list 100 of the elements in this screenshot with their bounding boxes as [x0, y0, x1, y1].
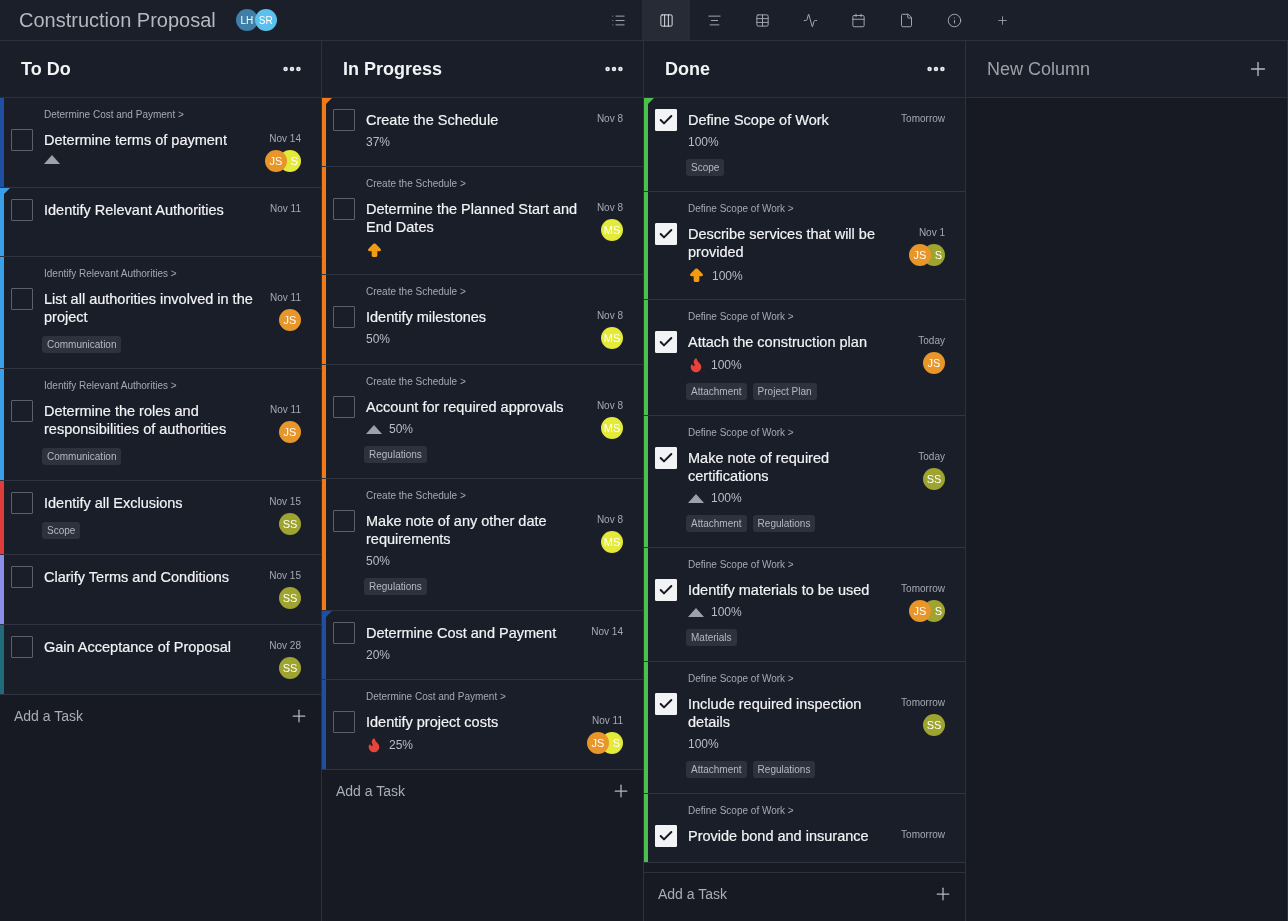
task-card[interactable]: Create the Schedule > Determine the Planned Start and End Dates Nov 8 MS — [322, 167, 643, 275]
board-icon[interactable] — [642, 0, 690, 40]
checkbox[interactable] — [11, 400, 33, 422]
checkbox[interactable] — [11, 636, 33, 658]
checkbox[interactable] — [11, 129, 33, 151]
parent-task-link[interactable]: Identify Relevant Authorities > — [44, 380, 301, 391]
assignee-avatar: JS — [265, 150, 287, 172]
project-title: Construction Proposal — [19, 8, 216, 32]
column-title: Done — [665, 58, 710, 80]
add-task-button[interactable]: Add a Task — [336, 783, 405, 799]
progress-text: 100% — [688, 737, 719, 751]
checkbox[interactable] — [11, 288, 33, 310]
checkbox[interactable] — [333, 510, 355, 532]
assignee-avatar: MS — [601, 417, 623, 439]
checkbox[interactable] — [333, 622, 355, 644]
parent-task-link[interactable]: Define Scope of Work > — [688, 203, 945, 214]
parent-task-link[interactable]: Define Scope of Work > — [688, 427, 945, 438]
task-card[interactable]: Determine Cost and Payment > Determine terms of payment Nov 14 JS S — [0, 98, 321, 188]
progress-text: 100% — [712, 268, 743, 283]
due-date: Nov 1 — [918, 227, 945, 238]
task-card[interactable]: Identify Relevant Authorities Nov 11 — [0, 188, 321, 257]
assignee-avatar: JS — [909, 600, 931, 622]
due-date: Nov 15 — [269, 570, 301, 581]
task-card[interactable]: Create the Schedule 37% Nov 8 — [322, 98, 643, 167]
tag: Regulations — [364, 446, 427, 463]
task-title: Account for required approvals — [366, 398, 565, 416]
task-title: Gain Acceptance of Proposal — [44, 638, 232, 656]
checkbox[interactable] — [11, 566, 33, 588]
parent-task-link[interactable]: Create the Schedule > — [366, 286, 623, 297]
parent-task-link[interactable]: Define Scope of Work > — [688, 311, 945, 322]
due-date: Tomorrow — [901, 697, 945, 708]
due-date: Nov 8 — [596, 310, 623, 321]
assignee-avatar: SS — [279, 587, 301, 609]
checkbox[interactable] — [333, 306, 355, 328]
parent-task-link[interactable]: Create the Schedule > — [366, 490, 623, 501]
task-card[interactable]: Create the Schedule > Account for required approvals 50% Regulations Nov 8 MS — [322, 365, 643, 479]
add-task-button[interactable]: Add a Task — [658, 886, 727, 902]
task-card[interactable]: Define Scope of Work > Make note of required certifications 100% Attachment Regulations Today SS — [644, 416, 965, 548]
task-card[interactable]: Identify Relevant Authorities > Determine the roles and responsibilities of authorities Communication Nov 11 JS — [0, 369, 321, 481]
tag: Regulations — [364, 578, 427, 595]
due-date: Nov 15 — [269, 496, 301, 507]
assignee-avatar: SS — [923, 468, 945, 490]
add-task-button[interactable]: Add a Task — [14, 708, 83, 724]
parent-task-link[interactable]: Create the Schedule > — [366, 178, 623, 189]
checkbox[interactable] — [333, 396, 355, 418]
progress-text: 100% — [688, 135, 719, 149]
tag: Attachment — [686, 515, 747, 532]
task-card[interactable]: Define Scope of Work > Provide bond and insurance Tomorrow — [644, 794, 965, 863]
tag: Scope — [42, 522, 81, 539]
parent-task-link[interactable]: Determine Cost and Payment > — [44, 109, 301, 120]
task-card[interactable]: Define Scope of Work > Describe services that will be provided 100% Nov 1 JS S — [644, 192, 965, 300]
task-card[interactable]: Define Scope of Work 100% Scope Tomorrow — [644, 98, 965, 192]
task-title: Identify Relevant Authorities — [44, 201, 225, 219]
task-card[interactable]: Define Scope of Work > Attach the construction plan 100% Attachment Project Plan Today JS — [644, 300, 965, 416]
progress-text: 100% — [711, 491, 742, 505]
progress-text: 50% — [366, 332, 391, 346]
assignee-avatar: JS — [923, 352, 945, 374]
parent-task-link[interactable]: Define Scope of Work > — [688, 673, 945, 684]
due-date: Nov 14 — [269, 133, 301, 144]
due-date: Tomorrow — [901, 829, 945, 840]
task-card[interactable]: Identify all Exclusions Scope Nov 15 SS — [0, 481, 321, 555]
parent-task-link[interactable]: Determine Cost and Payment > — [366, 691, 623, 702]
tag: Materials — [686, 629, 737, 646]
due-date: Nov 11 — [270, 292, 301, 303]
task-card[interactable]: Create the Schedule > Identify milestones 50% Nov 8 MS — [322, 275, 643, 365]
task-card[interactable]: Create the Schedule > Make note of any other date requirements 50% Regulations Nov 8 MS — [322, 479, 643, 611]
task-card[interactable]: Clarify Terms and Conditions Nov 15 SS — [0, 555, 321, 625]
due-date: Nov 8 — [596, 514, 623, 525]
tag: Attachment — [686, 761, 747, 778]
task-card[interactable]: Gain Acceptance of Proposal Nov 28 SS — [0, 625, 321, 695]
due-date: Today — [918, 335, 945, 346]
checkbox[interactable] — [11, 199, 33, 221]
task-card[interactable]: Determine Cost and Payment > Identify project costs 25% Nov 11 JS S — [322, 680, 643, 770]
progress-text: 100% — [711, 605, 742, 619]
checkbox[interactable] — [11, 492, 33, 514]
task-title: Determine terms of payment — [44, 131, 228, 149]
tag: Regulations — [752, 515, 816, 532]
due-date: Tomorrow — [901, 113, 945, 124]
assignee-avatar: JS — [279, 421, 301, 443]
parent-task-link[interactable]: Create the Schedule > — [366, 376, 623, 387]
assignee-avatar: MS — [601, 327, 623, 349]
assignee-avatar: SS — [279, 513, 301, 535]
due-date: Today — [918, 451, 945, 462]
parent-task-link[interactable]: Identify Relevant Authorities > — [44, 268, 301, 279]
tag: Attachment — [686, 383, 747, 400]
task-card[interactable]: Define Scope of Work > Include required inspection details 100% Attachment Regulations Tomorrow SS — [644, 662, 965, 794]
due-date: Nov 11 — [270, 203, 301, 214]
progress-text: 50% — [366, 554, 391, 568]
task-card[interactable]: Identify Relevant Authorities > List all authorities involved in the project Communication Nov 11 JS — [0, 257, 321, 369]
parent-task-link[interactable]: Define Scope of Work > — [688, 805, 945, 816]
parent-task-link[interactable]: Define Scope of Work > — [688, 559, 945, 570]
task-card[interactable]: Determine Cost and Payment 20% Nov 14 — [322, 611, 643, 680]
task-title: List all authorities involved in the project — [44, 290, 254, 326]
checkbox[interactable] — [333, 109, 355, 131]
assignee-avatar: JS — [909, 244, 931, 266]
checkbox[interactable] — [333, 711, 355, 733]
column-title[interactable]: New Column — [987, 58, 1091, 80]
checkbox[interactable] — [333, 198, 355, 220]
member-avatar: SR — [254, 9, 277, 31]
task-card[interactable]: Define Scope of Work > Identify materials to be used 100% Materials Tomorrow JS S — [644, 548, 965, 662]
